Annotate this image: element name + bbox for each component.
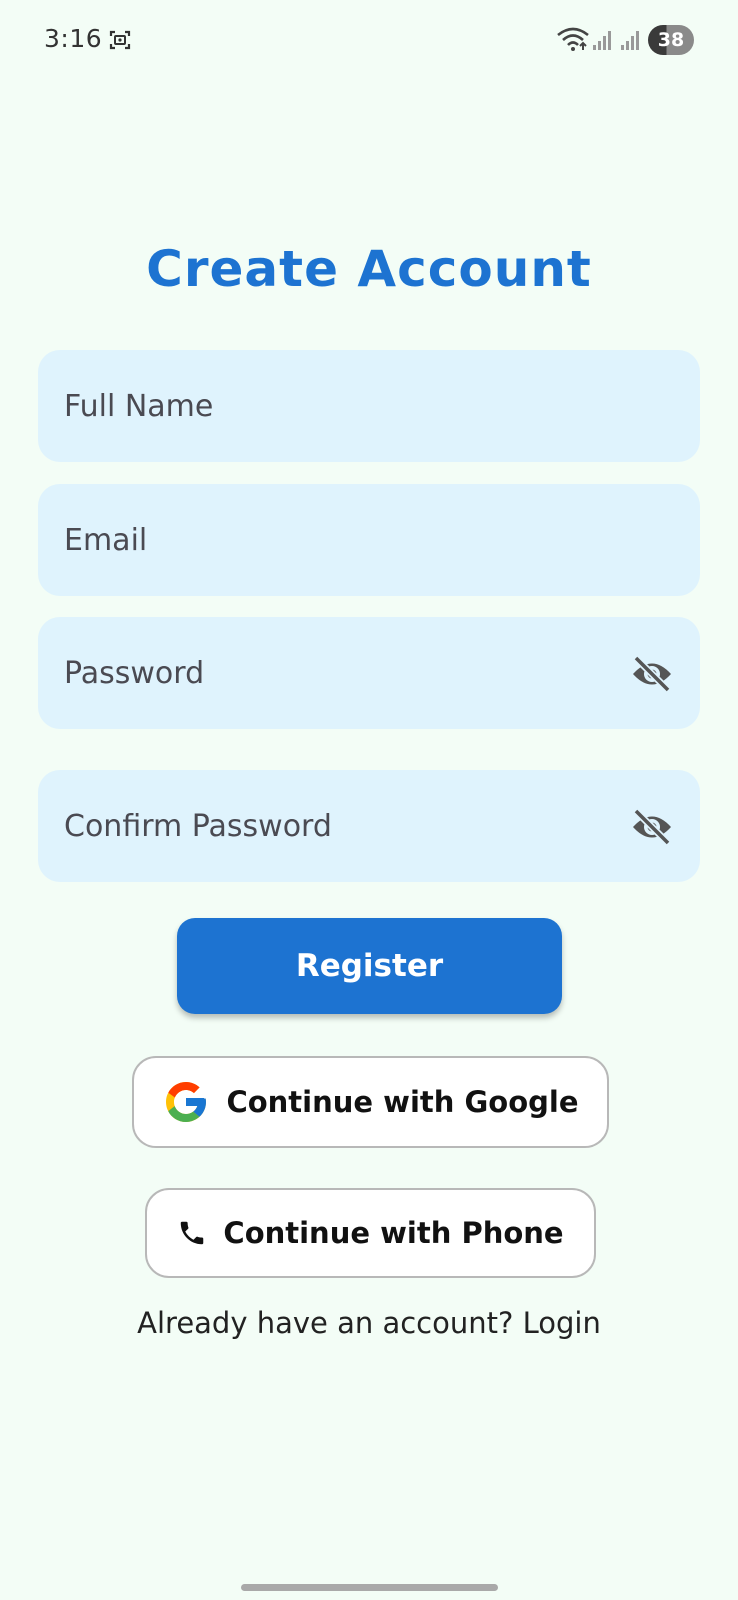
google-button-label: Continue with Google — [226, 1085, 579, 1119]
password-input[interactable] — [38, 617, 700, 729]
login-prompt-text: Already have an account? — [137, 1306, 523, 1340]
full-name-input[interactable] — [38, 350, 700, 462]
signal-icon — [593, 31, 611, 50]
status-time: 3:16 — [44, 24, 103, 53]
email-field-container — [38, 484, 700, 596]
password-field-container — [38, 617, 700, 729]
home-indicator[interactable] — [241, 1584, 498, 1591]
full-name-field-container — [38, 350, 700, 462]
confirm-password-field-container — [38, 770, 700, 882]
login-prompt: Already have an account? Login — [0, 1306, 738, 1340]
battery-icon: 38 — [648, 25, 694, 55]
continue-with-phone-button[interactable]: Continue with Phone — [145, 1188, 596, 1278]
wifi-icon — [557, 27, 589, 51]
continue-with-google-button[interactable]: Continue with Google — [132, 1056, 609, 1148]
login-link[interactable]: Login — [523, 1306, 601, 1340]
battery-level: 38 — [657, 29, 685, 51]
signal-icon — [621, 31, 639, 50]
page-title: Create Account — [146, 240, 592, 298]
phone-button-label: Continue with Phone — [223, 1216, 564, 1250]
visibility-off-icon[interactable] — [630, 808, 674, 846]
email-input[interactable] — [38, 484, 700, 596]
status-bar: 3:16 38 — [0, 0, 738, 80]
confirm-password-input[interactable] — [38, 770, 700, 882]
screenshot-icon — [109, 30, 131, 50]
register-button[interactable]: Register — [177, 918, 562, 1014]
screen: 3:16 38 Create Account Full Name Email R… — [0, 0, 738, 1600]
google-icon — [166, 1082, 207, 1122]
visibility-off-icon[interactable] — [630, 655, 674, 693]
phone-icon — [181, 1221, 204, 1245]
